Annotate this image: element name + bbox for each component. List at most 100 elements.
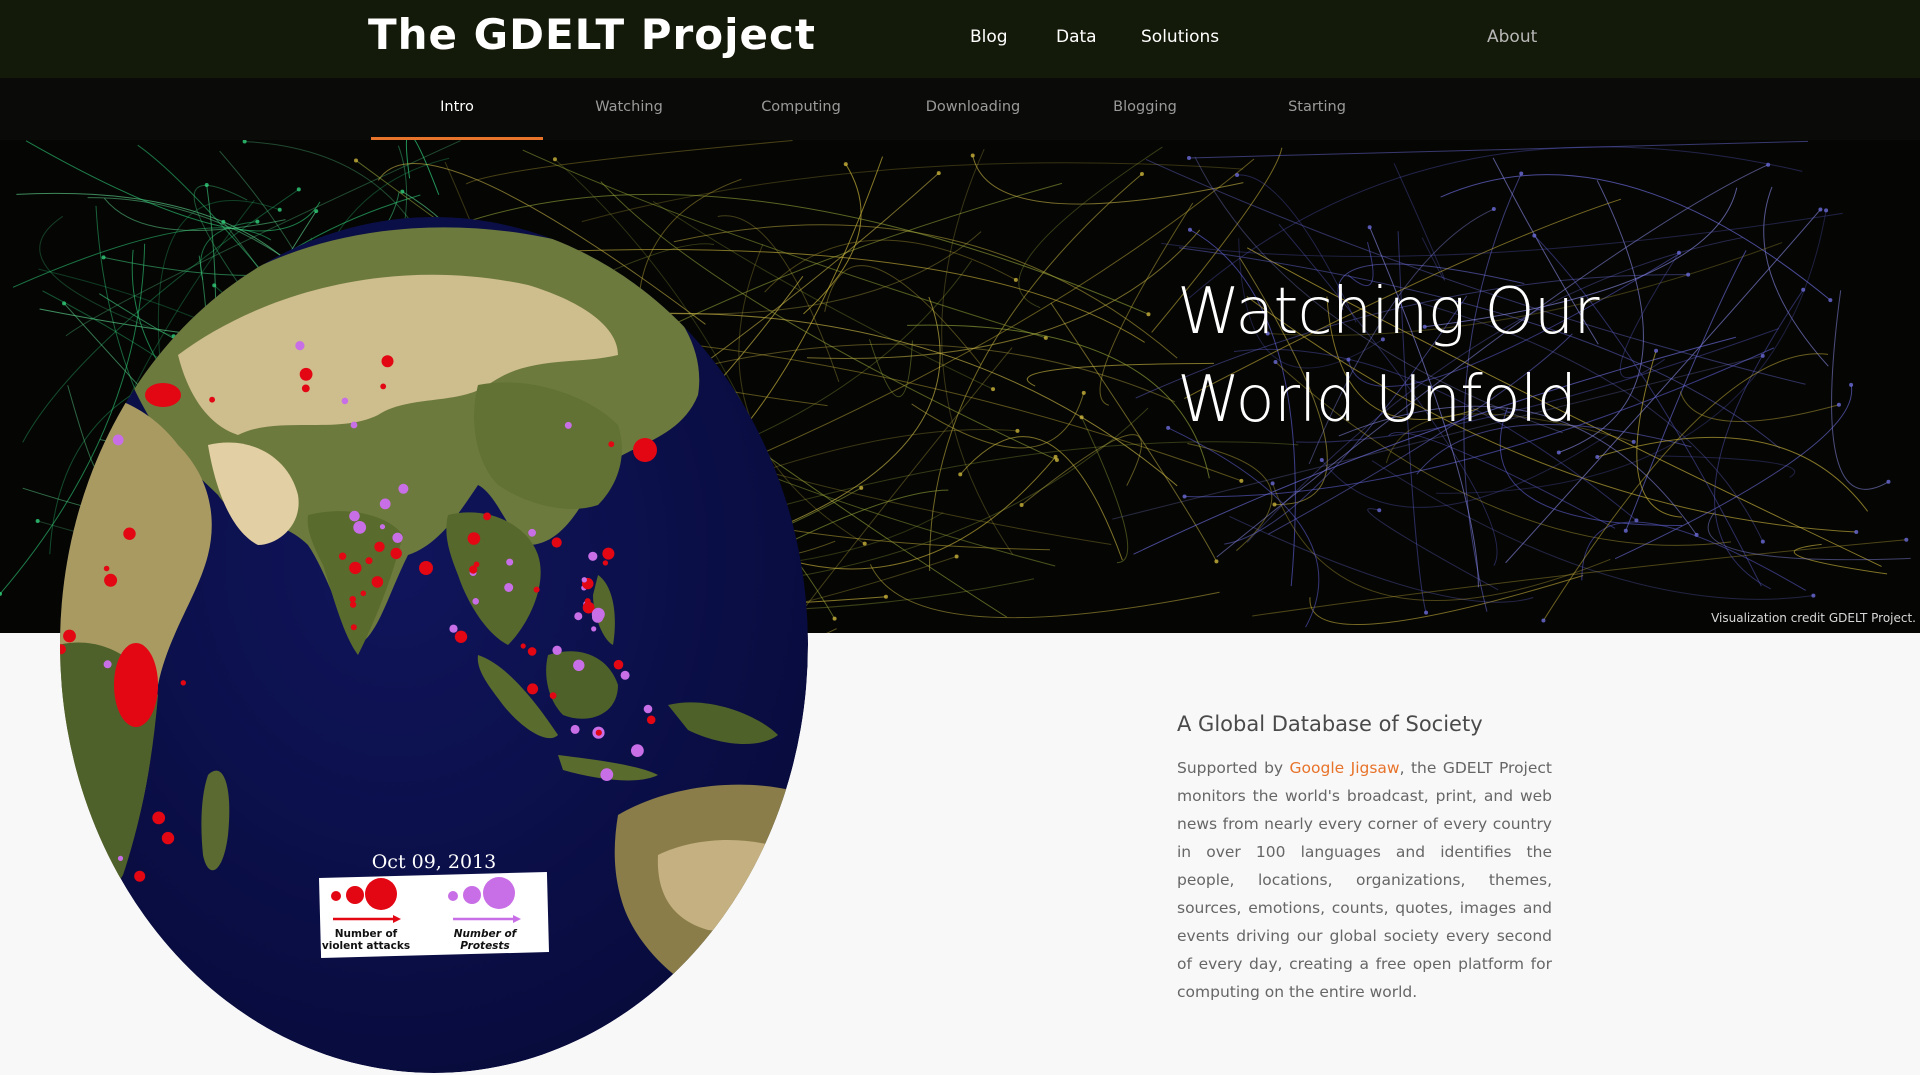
tab-starting[interactable]: Starting <box>1231 78 1403 140</box>
network-node <box>296 187 301 192</box>
network-edge <box>1707 512 1911 561</box>
attack-marker <box>103 565 110 572</box>
network-node <box>859 485 864 490</box>
attack-marker <box>483 512 491 521</box>
nav-link-blog[interactable]: Blog <box>970 27 1008 47</box>
legend-protest-dot-medium <box>463 886 481 904</box>
protest-marker <box>379 524 386 530</box>
attack-marker <box>61 778 69 785</box>
nav-link-solutions[interactable]: Solutions <box>1141 27 1219 47</box>
nav-link-about[interactable]: About <box>1487 27 1537 47</box>
network-edge <box>405 140 440 195</box>
protest-marker <box>506 558 514 566</box>
network-node <box>1634 518 1639 523</box>
network-node <box>1081 390 1086 395</box>
network-node <box>936 171 941 176</box>
legend-protests-line-2: Protests <box>460 940 509 952</box>
attack-cluster-sri-lanka <box>419 561 433 575</box>
nav-link-data[interactable]: Data <box>1056 27 1097 47</box>
protest-marker <box>591 626 597 632</box>
attack-marker <box>602 547 615 560</box>
protest-marker <box>504 583 514 592</box>
network-node <box>1849 382 1854 387</box>
attack-marker <box>63 629 76 643</box>
network-node <box>1015 428 1020 433</box>
network-node <box>1801 287 1806 292</box>
protest-marker <box>350 421 358 429</box>
network-node <box>1818 207 1823 212</box>
network-node <box>552 157 557 162</box>
protest-marker <box>112 434 124 446</box>
protest-marker <box>573 659 585 671</box>
network-edge <box>465 140 793 185</box>
attack-marker <box>152 811 166 825</box>
section-tabs: Intro Watching Computing Downloading Blo… <box>0 78 1920 140</box>
attack-marker <box>520 643 526 649</box>
protest-marker <box>379 498 391 510</box>
network-node <box>991 387 996 392</box>
network-node <box>35 519 40 524</box>
network-node <box>1623 528 1628 533</box>
network-edge <box>1252 539 1907 617</box>
top-navbar: The GDELT Project Blog Data Solutions Ab… <box>0 0 1920 78</box>
network-node <box>1367 225 1372 230</box>
hero-title-line-2: World Unfold <box>1177 363 1577 437</box>
protest-marker <box>574 612 583 621</box>
network-node <box>883 594 888 599</box>
tab-computing[interactable]: Computing <box>715 78 887 140</box>
attack-marker <box>123 527 136 540</box>
tab-downloading[interactable]: Downloading <box>887 78 1059 140</box>
network-node <box>353 158 358 163</box>
network-node <box>1187 227 1192 232</box>
network-node <box>1519 171 1524 176</box>
google-jigsaw-link[interactable]: Google Jigsaw <box>1290 759 1400 777</box>
network-node <box>1139 172 1144 177</box>
tab-intro[interactable]: Intro <box>371 78 543 140</box>
tab-blogging[interactable]: Blogging <box>1059 78 1231 140</box>
network-edge <box>907 324 1210 479</box>
attack-marker <box>161 831 175 845</box>
network-node <box>1214 559 1219 564</box>
attack-marker <box>527 647 537 656</box>
attack-marker <box>473 561 480 568</box>
network-node <box>1532 233 1537 238</box>
site-logo[interactable]: The GDELT Project <box>368 10 816 59</box>
attack-marker <box>104 573 118 587</box>
section-body: Supported by Google Jigsaw, the GDELT Pr… <box>1177 754 1552 1006</box>
protest-marker <box>643 704 653 714</box>
attack-marker <box>360 590 367 597</box>
legend-attacks-line-2: violent attacks <box>322 940 410 952</box>
attack-marker <box>608 441 615 448</box>
tab-watching[interactable]: Watching <box>543 78 715 140</box>
attack-marker <box>381 355 394 368</box>
network-node <box>1886 479 1891 484</box>
attack-marker <box>349 561 362 575</box>
network-node <box>1053 454 1058 459</box>
network-node <box>1836 402 1841 407</box>
attack-cluster-china <box>633 438 657 462</box>
visualization-credit: Visualization credit GDELT Project. <box>1711 611 1916 625</box>
network-node <box>242 140 247 144</box>
network-node <box>1182 494 1187 499</box>
network-node <box>1270 481 1275 486</box>
network-node <box>277 207 282 212</box>
hero-title-line-1: Watching Our <box>1177 275 1600 349</box>
network-node <box>1760 539 1765 544</box>
network-node <box>1239 478 1244 483</box>
attack-marker <box>350 624 357 631</box>
protest-marker <box>570 724 580 734</box>
network-node <box>1694 532 1699 537</box>
network-node <box>1146 312 1151 317</box>
network-node <box>843 162 848 167</box>
network-edge <box>868 339 913 398</box>
attack-marker <box>349 601 357 608</box>
protest-marker <box>117 855 124 862</box>
network-node <box>1676 250 1681 255</box>
legend-protests-line-1: Number of <box>454 928 518 940</box>
page: The GDELT Project Blog Data Solutions Ab… <box>0 0 1920 1075</box>
protest-marker <box>591 607 605 621</box>
network-node <box>832 616 837 621</box>
protest-marker <box>392 532 403 543</box>
network-edge <box>1763 186 1829 367</box>
attack-marker <box>613 659 624 670</box>
